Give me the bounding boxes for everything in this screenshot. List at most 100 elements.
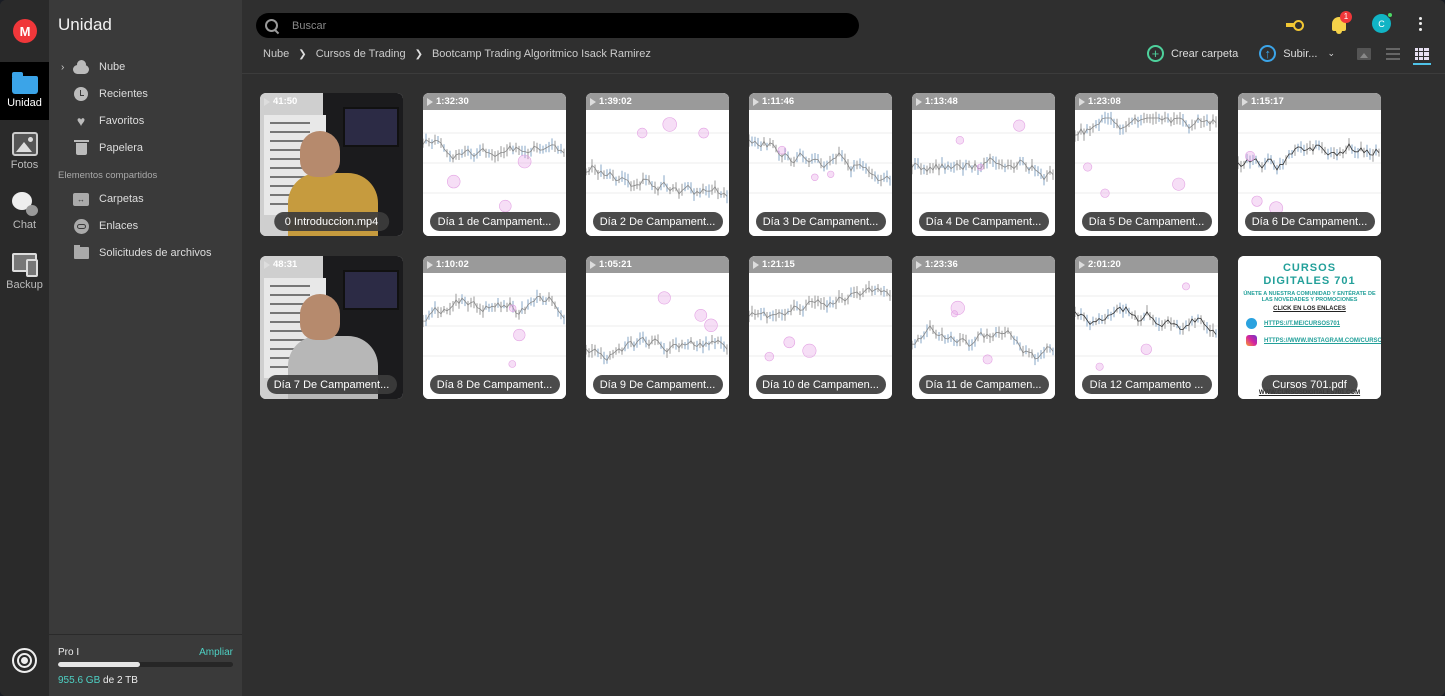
- sidebar-item-solicitudes[interactable]: Solicitudes de archivos: [61, 242, 212, 264]
- more-options-icon[interactable]: [1419, 16, 1423, 31]
- file-name: Día 2 De Campament...: [592, 212, 723, 231]
- key-icon[interactable]: [1286, 19, 1304, 31]
- mega-logo[interactable]: M: [13, 19, 37, 43]
- sidebar-title: Unidad: [58, 15, 112, 34]
- chevron-right-icon[interactable]: ›: [61, 62, 73, 73]
- sidebar-item-label: Solicitudes de archivos: [99, 247, 212, 259]
- sidebar-item-papelera[interactable]: Papelera: [61, 137, 143, 159]
- sidebar-item-recientes[interactable]: Recientes: [61, 83, 148, 105]
- sidebar-item-label: Favoritos: [99, 115, 145, 127]
- video-duration: 2:01:20: [1075, 256, 1218, 273]
- file-name: Día 8 De Campament...: [429, 375, 560, 394]
- video-duration: 1:23:08: [1075, 93, 1218, 110]
- avatar[interactable]: C: [1372, 12, 1393, 33]
- online-status-dot: [1387, 12, 1393, 18]
- file-tile-video[interactable]: 48:31 Día 7 De Campament...: [260, 256, 403, 399]
- toolbar-actions: + Crear carpeta ↑ Subir... ⌄: [1146, 45, 1445, 65]
- upload-button[interactable]: ↑ Subir...: [1259, 45, 1317, 62]
- file-tile-video[interactable]: 1:13:48 Día 4 De Campament...: [912, 93, 1055, 236]
- sidebar-item-label: Recientes: [99, 88, 148, 100]
- play-icon: [427, 260, 433, 269]
- grid-view-button[interactable]: [1413, 47, 1431, 65]
- file-tile-video[interactable]: 1:15:17 Día 6 De Campament...: [1238, 93, 1381, 236]
- file-tile-video[interactable]: 1:21:15 Día 10 de Campamen...: [749, 256, 892, 399]
- notifications-bell-icon[interactable]: 1: [1332, 10, 1352, 34]
- rail-item-chat[interactable]: Chat: [0, 182, 49, 240]
- create-folder-button[interactable]: + Crear carpeta: [1146, 45, 1238, 62]
- breadcrumb-item[interactable]: Cursos de Trading: [316, 48, 406, 60]
- play-icon: [264, 97, 270, 106]
- file-tile-video[interactable]: 1:11:46 Día 3 De Campament...: [749, 93, 892, 236]
- file-tile-video[interactable]: 2:01:20 Día 12 Campamento ...: [1075, 256, 1218, 399]
- file-name: Día 4 De Campament...: [918, 212, 1049, 231]
- thumbnail-view-button[interactable]: [1357, 47, 1371, 60]
- upload-dropdown-chevron-icon[interactable]: ⌄: [1327, 48, 1335, 59]
- video-duration: 1:05:21: [586, 256, 729, 273]
- video-duration: 41:50: [260, 93, 403, 110]
- storage-bar: [58, 662, 233, 667]
- upgrade-link[interactable]: Ampliar: [199, 647, 233, 658]
- shared-folder-icon: ↔: [73, 191, 89, 207]
- rail-item-unidad[interactable]: Unidad: [0, 62, 49, 120]
- play-icon: [1242, 97, 1248, 106]
- file-tile-video[interactable]: 1:05:21 Día 9 De Campament...: [586, 256, 729, 399]
- link-icon: [73, 218, 89, 234]
- search-input[interactable]: [292, 19, 832, 32]
- file-tile-video[interactable]: 1:39:02 Día 2 De Campament...: [586, 93, 729, 236]
- rail-item-label: Backup: [6, 279, 43, 291]
- file-name: Día 11 de Campamen...: [918, 375, 1049, 394]
- file-name: 0 Introduccion.mp4: [273, 212, 390, 231]
- file-tile-pdf[interactable]: CURSOS DIGITALES 701 ÚNETE A NUESTRA COMUN…: [1238, 256, 1381, 399]
- storage-bar-fill: [58, 662, 141, 667]
- play-icon: [753, 97, 759, 106]
- heart-icon: ♥: [76, 113, 86, 129]
- file-name: Día 7 De Campament...: [266, 375, 397, 394]
- sidebar-item-label: Carpetas: [99, 193, 144, 205]
- file-tile-video[interactable]: 1:23:36 Día 11 de Campamen...: [912, 256, 1055, 399]
- pdf-title: CURSOS: [1282, 262, 1337, 274]
- breadcrumb: Nube ❯ Cursos de Trading ❯ Bootcamp Trad…: [263, 48, 651, 60]
- file-request-icon: [73, 245, 89, 261]
- photo-icon: [11, 132, 38, 156]
- file-tile-video[interactable]: 1:32:30 Día 1 de Campament...: [423, 93, 566, 236]
- main-area: 1 C Nube ❯ Cursos de Trading ❯ Bootcamp …: [242, 0, 1445, 696]
- video-duration: 1:10:02: [423, 256, 566, 273]
- search-bar[interactable]: [256, 13, 859, 38]
- plus-circle-icon: +: [1146, 45, 1164, 62]
- sidebar-item-enlaces[interactable]: Enlaces: [61, 215, 138, 237]
- video-duration: 48:31: [260, 256, 403, 273]
- video-duration: 1:32:30: [423, 93, 566, 110]
- sidebar-item-carpetas[interactable]: ↔ Carpetas: [61, 188, 144, 210]
- video-duration: 1:39:02: [586, 93, 729, 110]
- rail-item-label: Fotos: [10, 159, 39, 171]
- play-icon: [1079, 97, 1085, 106]
- telegram-icon: [1246, 318, 1257, 329]
- app-rail: M Unidad Fotos Chat Backup: [0, 0, 49, 696]
- backup-icon: [11, 252, 38, 277]
- list-view-button[interactable]: [1386, 47, 1400, 60]
- video-duration: 1:11:46: [749, 93, 892, 110]
- transfer-manager-icon[interactable]: [12, 648, 37, 673]
- file-name: Día 9 De Campament...: [592, 375, 723, 394]
- chevron-right-icon: ❯: [298, 48, 307, 60]
- sidebar: Unidad › Nube Recientes ♥ Favoritos Pape…: [49, 0, 242, 696]
- rail-item-backup[interactable]: Backup: [0, 242, 49, 300]
- file-name: Día 10 de Campamen...: [755, 375, 886, 394]
- storage-used: 955.6 GB: [58, 675, 101, 686]
- sidebar-item-nube[interactable]: › Nube: [61, 56, 125, 78]
- sidebar-item-favoritos[interactable]: ♥ Favoritos: [61, 110, 144, 132]
- plan-name: Pro I: [58, 647, 80, 658]
- shared-section-header: Elementos compartidos: [58, 170, 158, 181]
- rail-item-fotos[interactable]: Fotos: [0, 122, 49, 180]
- video-duration: 1:13:48: [912, 93, 1055, 110]
- file-tile-video[interactable]: 1:10:02 Día 8 De Campament...: [423, 256, 566, 399]
- file-tile-video[interactable]: 41:50 0 Introduccion.mp4: [260, 93, 403, 236]
- instagram-icon: [1246, 335, 1257, 346]
- rail-item-label: Chat: [12, 219, 37, 231]
- breadcrumb-current[interactable]: Bootcamp Trading Algoritmico Isack Ramir…: [432, 48, 651, 60]
- upload-arrow-icon: ↑: [1259, 45, 1277, 62]
- storage-usage: 955.6 GB de 2 TB: [58, 675, 138, 686]
- file-tile-video[interactable]: 1:23:08 Día 5 De Campament...: [1075, 93, 1218, 236]
- mega-app-window: M Unidad Fotos Chat Backup Unidad › Nube: [0, 0, 1445, 696]
- breadcrumb-item[interactable]: Nube: [263, 48, 289, 60]
